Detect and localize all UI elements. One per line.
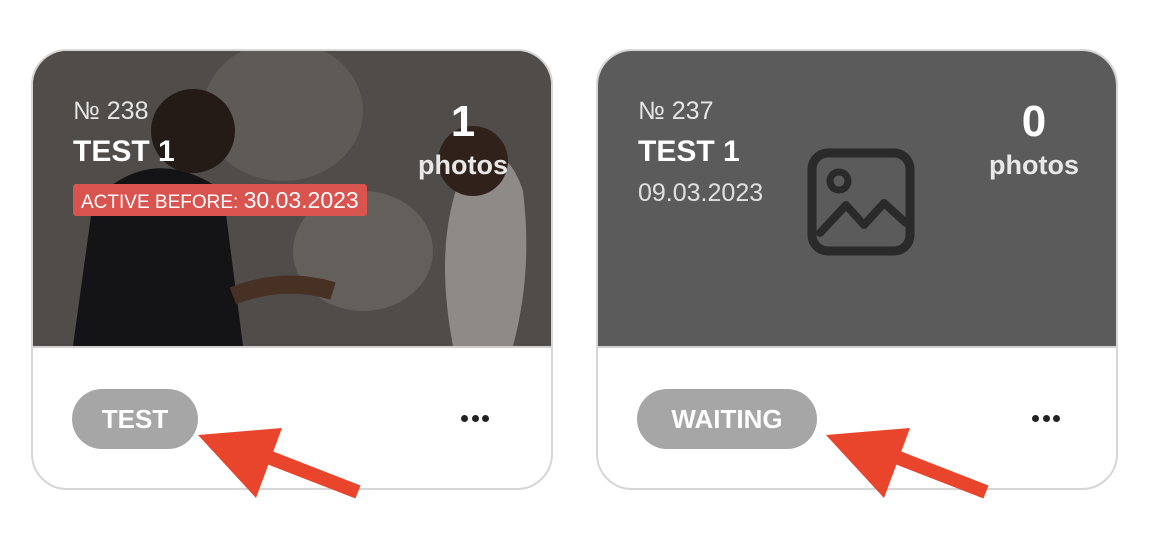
active-before-label: ACTIVE BEFORE: [81, 192, 239, 213]
annotation-arrow-icon [198, 428, 361, 499]
dot [1032, 414, 1039, 422]
album-cover[interactable]: № 237 TEST 1 09.03.2023 0 photos [598, 51, 1116, 348]
album-title: TEST 1 [73, 135, 175, 168]
dot [1042, 414, 1050, 422]
album-title: TEST 1 [638, 135, 740, 168]
dot [1053, 414, 1060, 422]
photo-count: 1 [450, 97, 476, 146]
more-options-button[interactable] [1032, 403, 1060, 433]
annotation-arrow-icon [826, 428, 989, 499]
dot [471, 414, 479, 422]
status-pill[interactable]: WAITING [637, 389, 817, 449]
album-date: 09.03.2023 [638, 179, 764, 207]
album-cover[interactable]: № 238 TEST 1 ACTIVE BEFORE: 30.03.2023 1… [33, 51, 551, 348]
image-placeholder-icon [807, 148, 915, 256]
photo-count-label: photos [418, 150, 508, 180]
active-before-badge: ACTIVE BEFORE: 30.03.2023 [73, 184, 367, 216]
dot [482, 414, 489, 422]
status-pill[interactable]: TEST [72, 389, 198, 449]
album-number: № 238 [73, 97, 149, 125]
active-before-date: 30.03.2023 [243, 187, 359, 213]
photo-count: 0 [1021, 97, 1047, 146]
dot [461, 414, 468, 422]
album-number: № 237 [638, 97, 714, 125]
more-options-button[interactable] [461, 403, 489, 433]
photo-count-label: photos [989, 150, 1079, 180]
